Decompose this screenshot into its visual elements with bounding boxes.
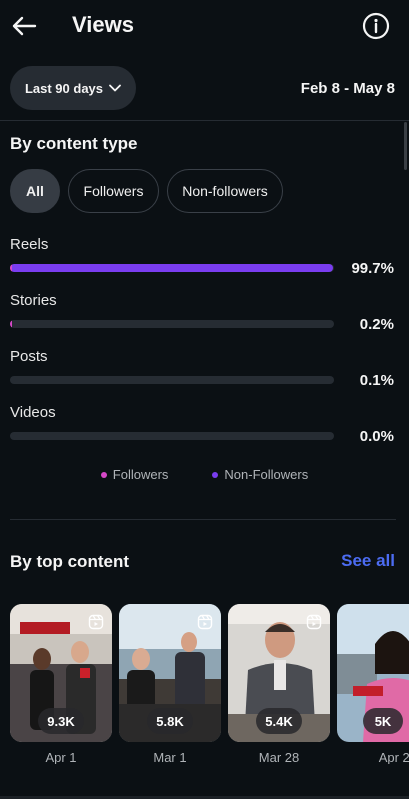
content-date: Mar 28 <box>258 750 300 764</box>
metric-label: Reels <box>10 236 49 253</box>
content-date: Apr 25 <box>378 750 409 764</box>
content-thumbnail[interactable]: 5.4K <box>228 604 330 742</box>
metric-bar <box>10 432 334 440</box>
back-button[interactable] <box>8 10 40 42</box>
content-date: Apr 1 <box>45 750 77 764</box>
metric-bar <box>10 376 334 384</box>
metric-bar <box>10 264 334 272</box>
legend-dot <box>212 471 219 478</box>
content-thumbnail[interactable]: 9.3K <box>10 604 112 742</box>
metric-bar <box>10 320 334 328</box>
top-content-carousel[interactable]: 9.3K Apr 1 5.8K Mar 1 5.4K Mar 28 5K Apr… <box>10 604 409 764</box>
metric-label: Stories <box>10 292 57 309</box>
metric-stories: Stories 0.2% <box>10 292 399 333</box>
views-badge: 5.8K <box>147 708 193 734</box>
chip-non-followers[interactable]: Non-followers <box>167 169 283 213</box>
back-arrow-icon <box>12 16 37 36</box>
reels-icon <box>306 614 322 630</box>
content-thumbnail[interactable]: 5K <box>337 604 409 742</box>
legend-label: Non-Followers <box>224 467 309 482</box>
info-button[interactable] <box>361 11 391 41</box>
divider <box>0 120 409 121</box>
content-thumbnail[interactable]: 5.8K <box>119 604 221 742</box>
metric-reels: Reels 99.7% <box>10 236 399 277</box>
content-date: Mar 1 <box>153 750 187 764</box>
views-badge: 5K <box>363 708 403 734</box>
legend: Followers Non-Followers <box>0 467 409 482</box>
reels-icon <box>88 614 104 630</box>
metric-percent: 0.0% <box>359 428 394 445</box>
chip-all[interactable]: All <box>10 169 60 213</box>
audience-filter-chips: All Followers Non-followers <box>10 169 283 213</box>
date-range-dropdown-label: Last 90 days <box>24 80 104 96</box>
scrollbar[interactable] <box>404 122 407 170</box>
metric-label: Videos <box>10 404 56 421</box>
legend-item-non-followers: Non-Followers <box>212 467 308 482</box>
date-range-text: Feb 8 - May 8 <box>300 80 395 97</box>
see-all-link[interactable]: See all <box>341 551 395 571</box>
page-title: Views <box>72 12 134 37</box>
metric-bar-fill <box>10 264 334 272</box>
info-icon <box>362 12 390 40</box>
content-type-title: By content type <box>10 134 138 153</box>
metric-percent: 99.7% <box>351 260 394 277</box>
followers-mark <box>10 264 12 272</box>
header: Views <box>0 0 409 52</box>
metric-videos: Videos 0.0% <box>10 404 399 445</box>
metric-percent: 0.2% <box>359 316 394 333</box>
legend-label: Followers <box>112 467 169 482</box>
legend-dot <box>100 471 107 478</box>
top-content-title: By top content <box>10 552 129 571</box>
metric-posts: Posts 0.1% <box>10 348 399 389</box>
chip-followers[interactable]: Followers <box>68 169 159 213</box>
reels-icon <box>197 614 213 630</box>
legend-item-followers: Followers <box>100 467 169 482</box>
divider <box>10 519 396 520</box>
followers-mark <box>10 320 12 328</box>
chevron-down-icon <box>109 84 121 92</box>
views-badge: 5.4K <box>256 708 302 734</box>
date-range-dropdown[interactable]: Last 90 days <box>10 66 136 110</box>
metric-label: Posts <box>10 348 48 365</box>
views-badge: 9.3K <box>38 708 84 734</box>
metric-percent: 0.1% <box>359 372 394 389</box>
